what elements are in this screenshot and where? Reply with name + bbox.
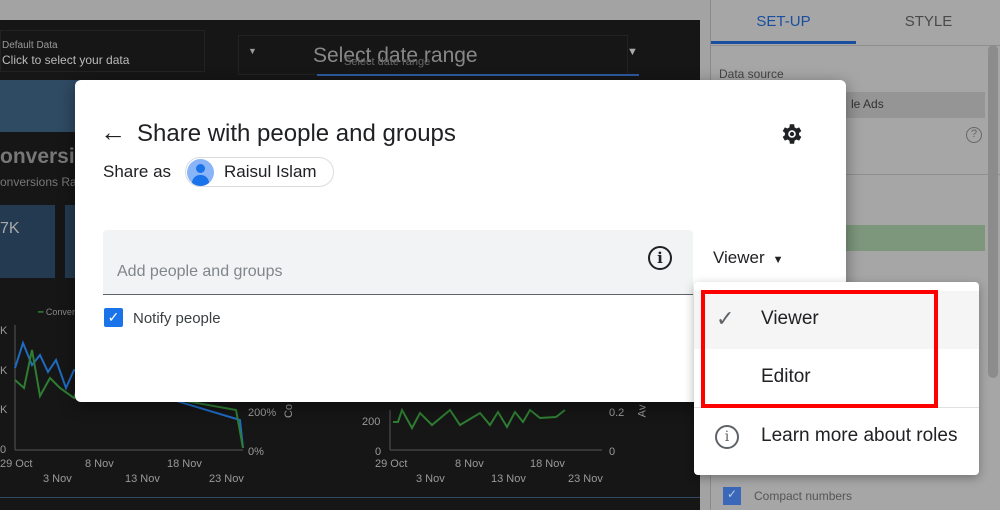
kpi-card: 7K	[0, 205, 55, 278]
dialog-title: Share with people and groups	[137, 120, 456, 147]
scrollbar[interactable]	[988, 45, 998, 378]
chart1-y-tick: 0	[0, 444, 7, 456]
chart2-x-tick: 29 Oct	[375, 458, 408, 470]
chart1-y2-tick: 0%	[248, 446, 264, 458]
compact-numbers-label: Compact numbers	[754, 489, 853, 503]
chart2-x-tick: 23 Nov	[568, 473, 603, 485]
info-icon: i	[715, 425, 739, 449]
chart2-y2-tick: 0.2	[609, 407, 625, 419]
chart2-x-tick: 3 Nov	[416, 473, 445, 485]
data-control-label: Default Data	[2, 40, 58, 51]
chart1-x-tick: 3 Nov	[43, 473, 72, 485]
date-range-control[interactable]: Select date range Select date range ▼	[238, 35, 638, 75]
chart2-y2-tick: 0	[609, 446, 616, 458]
tab-setup[interactable]: SET-UP	[711, 0, 856, 44]
notify-people-checkbox[interactable]: ✓	[104, 308, 123, 327]
info-icon[interactable]: i	[648, 246, 672, 270]
chart1-x-tick: 8 Nov	[85, 458, 114, 470]
chart1-x-tick: 13 Nov	[125, 473, 160, 485]
share-as-label: Share as	[103, 162, 172, 181]
divider	[711, 45, 1000, 46]
caret-down-icon: ▼	[772, 254, 784, 266]
avatar	[187, 159, 214, 186]
data-control[interactable]: Default Data Click to select your data ▼	[0, 30, 257, 72]
dropdown-arrow-icon: ▼	[627, 46, 638, 58]
chart1-x-tick: 29 Oct	[0, 458, 33, 470]
date-range-sublabel: Select date range	[344, 56, 431, 68]
chart2-y-tick: 0	[375, 446, 382, 458]
role-dropdown-value: Viewer	[713, 248, 765, 267]
back-arrow-icon[interactable]: ←	[100, 118, 126, 146]
divider	[0, 497, 700, 498]
help-icon[interactable]: ?	[966, 127, 982, 143]
compact-numbers-checkbox[interactable]: ✓	[723, 487, 741, 505]
add-people-input[interactable]: Add people and groups i	[103, 230, 693, 295]
chart2-series-green	[393, 407, 566, 431]
settings-gear-icon[interactable]	[779, 121, 805, 147]
learn-more-roles-link[interactable]: i Learn more about roles	[694, 408, 979, 466]
selection-outline	[317, 74, 639, 76]
data-control-value: Click to select your data	[2, 53, 130, 67]
chart2-y2-label: Av	[636, 404, 649, 418]
chart1-y-tick: K	[0, 325, 8, 337]
chart1-x-tick: 18 Nov	[167, 458, 202, 470]
chart2-y-tick: 200	[362, 416, 381, 428]
notify-people-label: Notify people	[133, 310, 221, 327]
chart2-x-tick: 13 Nov	[491, 473, 526, 485]
learn-more-label: Learn more about roles	[761, 425, 958, 446]
data-source-label: Data source	[719, 67, 784, 81]
add-people-placeholder: Add people and groups	[117, 263, 283, 280]
chart2-x-tick: 8 Nov	[455, 458, 484, 470]
chart1-x-tick: 23 Nov	[209, 473, 244, 485]
user-name: Raisul Islam	[224, 162, 317, 181]
highlight-box	[701, 290, 938, 408]
tab-style[interactable]: STYLE	[856, 0, 1000, 44]
chart1-y-tick: K	[0, 365, 8, 377]
chart1-y-tick: K	[0, 404, 8, 416]
user-chip[interactable]: Raisul Islam	[185, 157, 334, 187]
kpi-value: 7K	[0, 220, 20, 237]
chart2-x-tick: 18 Nov	[530, 458, 565, 470]
chart1-y2-label: Co	[283, 403, 296, 419]
role-dropdown[interactable]: Viewer ▼	[713, 248, 784, 268]
chart1-y2-tick: 200%	[248, 407, 277, 419]
scorecard-subtitle: onversions Rat	[0, 175, 81, 189]
